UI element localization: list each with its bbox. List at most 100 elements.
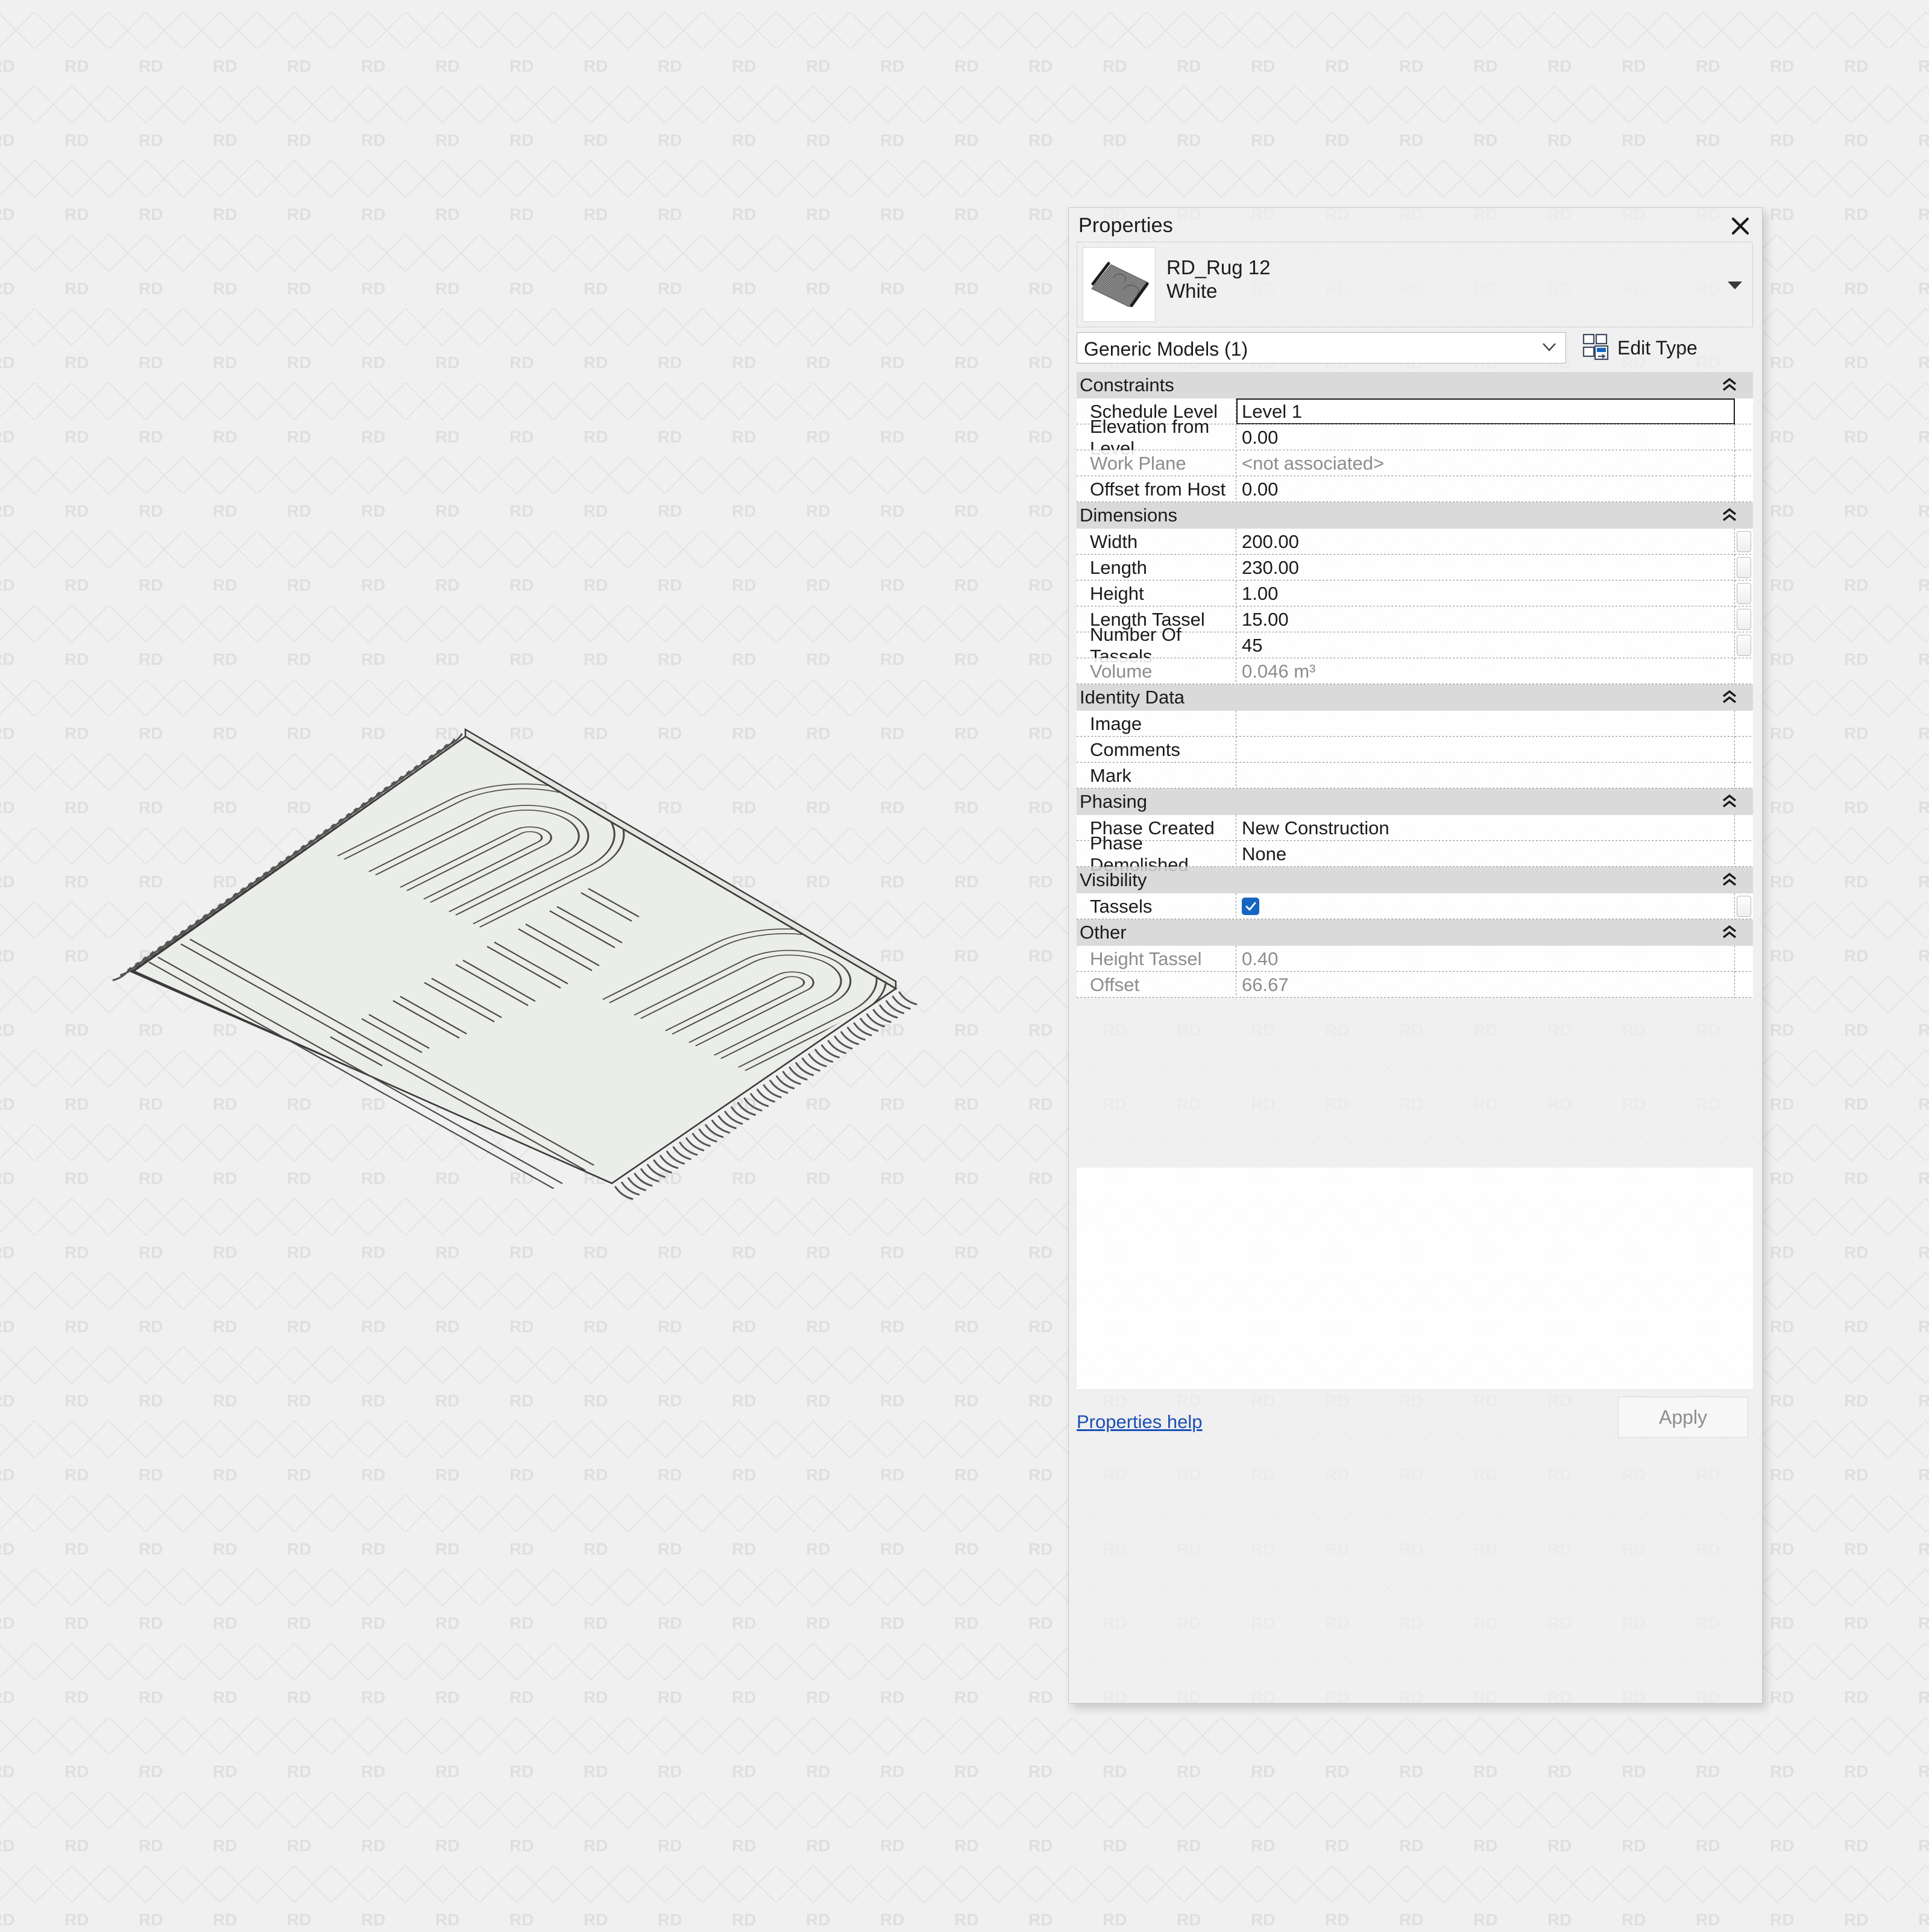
associate-parameter-button[interactable] <box>1735 555 1753 581</box>
property-label: Mark <box>1077 763 1236 788</box>
property-row[interactable]: Width200.00 <box>1077 529 1753 555</box>
edit-type-label: Edit Type <box>1617 337 1698 359</box>
property-value[interactable] <box>1236 763 1735 788</box>
property-label: Tassels <box>1077 893 1236 919</box>
section-header-phasing[interactable]: Phasing <box>1077 788 1753 815</box>
double-chevron-up-icon[interactable] <box>1720 925 1739 942</box>
property-value[interactable]: 0.40 <box>1236 946 1735 972</box>
palette-title: Properties <box>1078 214 1173 238</box>
property-value[interactable] <box>1236 711 1735 737</box>
double-chevron-up-icon[interactable] <box>1720 794 1739 811</box>
associate-parameter-button[interactable] <box>1735 581 1753 606</box>
property-label: Volume <box>1077 658 1236 684</box>
property-value[interactable] <box>1236 737 1735 763</box>
category-label: Generic Models (1) <box>1084 338 1248 360</box>
property-label: Height <box>1077 581 1236 606</box>
property-label: Image <box>1077 711 1236 737</box>
property-label: Elevation from Level <box>1077 424 1236 450</box>
property-row[interactable]: Comments <box>1077 737 1753 763</box>
property-row[interactable]: Offset66.67 <box>1077 972 1753 998</box>
property-row[interactable]: Tassels <box>1077 893 1753 919</box>
property-row-spacer <box>1735 815 1753 841</box>
property-value[interactable]: 1.00 <box>1236 581 1735 606</box>
property-row-spacer <box>1735 841 1753 867</box>
section-header-other[interactable]: Other <box>1077 919 1753 946</box>
checkbox-checked-icon[interactable] <box>1242 898 1259 915</box>
section-header-visibility[interactable]: Visibility <box>1077 867 1753 893</box>
section-title: Other <box>1077 922 1127 943</box>
apply-button[interactable]: Apply <box>1618 1397 1748 1438</box>
property-value[interactable]: 45 <box>1236 632 1735 658</box>
properties-help-link[interactable]: Properties help <box>1077 1411 1203 1433</box>
properties-palette[interactable]: Properties <box>1068 207 1763 1704</box>
property-value[interactable]: 0.00 <box>1236 424 1735 450</box>
double-chevron-up-icon[interactable] <box>1720 872 1739 890</box>
property-value[interactable]: 0.046 m³ <box>1236 658 1735 684</box>
double-chevron-up-icon[interactable] <box>1720 377 1739 395</box>
type-selector-block[interactable]: RD_Rug 12 White <box>1077 242 1753 327</box>
property-row[interactable]: Phase DemolishedNone <box>1077 841 1753 867</box>
property-row-spacer <box>1735 398 1753 424</box>
property-value[interactable]: 200.00 <box>1236 529 1735 555</box>
property-row[interactable]: Number Of Tassels45 <box>1077 632 1753 658</box>
property-label: Number Of Tassels <box>1077 632 1236 658</box>
chevron-down-icon <box>1541 341 1557 356</box>
section-header-dimensions[interactable]: Dimensions <box>1077 502 1753 529</box>
section-title: Phasing <box>1077 791 1147 813</box>
double-chevron-up-icon[interactable] <box>1720 508 1739 525</box>
type-variant-name: White <box>1166 279 1270 303</box>
property-row[interactable]: Image <box>1077 711 1753 737</box>
property-row[interactable]: Volume0.046 m³ <box>1077 658 1753 684</box>
property-row-spacer <box>1735 972 1753 998</box>
property-value[interactable]: 66.67 <box>1236 972 1735 998</box>
property-row[interactable]: Offset from Host0.00 <box>1077 476 1753 502</box>
type-thumbnail <box>1083 247 1156 322</box>
type-name: RD_Rug 12 White <box>1166 256 1270 303</box>
grid-empty-area <box>1077 1168 1753 1390</box>
property-row-spacer <box>1735 450 1753 476</box>
property-label: Work Plane <box>1077 450 1236 476</box>
edit-type-icon <box>1582 333 1610 363</box>
property-value[interactable]: Level 1 <box>1236 398 1735 424</box>
property-row[interactable]: Mark <box>1077 763 1753 788</box>
property-row[interactable]: Length230.00 <box>1077 555 1753 581</box>
property-row-spacer <box>1735 763 1753 788</box>
property-label: Phase Demolished <box>1077 841 1236 867</box>
section-title: Visibility <box>1077 869 1147 891</box>
property-label: Length <box>1077 555 1236 581</box>
property-label: Height Tassel <box>1077 946 1236 972</box>
property-value[interactable]: 230.00 <box>1236 555 1735 581</box>
section-header-identity-data[interactable]: Identity Data <box>1077 684 1753 711</box>
double-chevron-up-icon[interactable] <box>1720 690 1739 707</box>
property-value[interactable]: 15.00 <box>1236 606 1735 632</box>
property-label: Width <box>1077 529 1236 555</box>
category-select[interactable]: Generic Models (1) <box>1077 332 1566 363</box>
associate-parameter-button[interactable] <box>1735 632 1753 658</box>
property-value[interactable]: 0.00 <box>1236 476 1735 502</box>
associate-parameter-button[interactable] <box>1735 606 1753 632</box>
property-value[interactable]: <not associated> <box>1236 450 1735 476</box>
section-title: Dimensions <box>1077 505 1177 526</box>
section-title: Identity Data <box>1077 687 1185 708</box>
associate-parameter-button[interactable] <box>1735 893 1753 919</box>
property-row-spacer <box>1735 658 1753 684</box>
property-row-spacer <box>1735 711 1753 737</box>
property-label: Offset from Host <box>1077 476 1236 502</box>
property-checkbox-cell[interactable] <box>1236 893 1735 919</box>
palette-footer: Properties help Apply <box>1077 1389 1753 1462</box>
edit-type-button[interactable]: Edit Type <box>1582 332 1698 363</box>
property-row[interactable]: Work Plane<not associated> <box>1077 450 1753 476</box>
property-value[interactable]: None <box>1236 841 1735 867</box>
property-value[interactable]: New Construction <box>1236 815 1735 841</box>
property-row-spacer <box>1735 946 1753 972</box>
type-family-name: RD_Rug 12 <box>1166 256 1270 279</box>
close-icon[interactable] <box>1726 213 1755 239</box>
property-row[interactable]: Elevation from Level0.00 <box>1077 424 1753 450</box>
section-header-constraints[interactable]: Constraints <box>1077 372 1753 398</box>
properties-grid[interactable]: ConstraintsSchedule LevelLevel 1Elevatio… <box>1077 372 1753 1168</box>
property-row[interactable]: Height Tassel0.40 <box>1077 946 1753 972</box>
associate-parameter-button[interactable] <box>1735 529 1753 555</box>
triangle-down-icon[interactable] <box>1725 277 1745 293</box>
property-row[interactable]: Height1.00 <box>1077 581 1753 606</box>
property-row-spacer <box>1735 476 1753 502</box>
